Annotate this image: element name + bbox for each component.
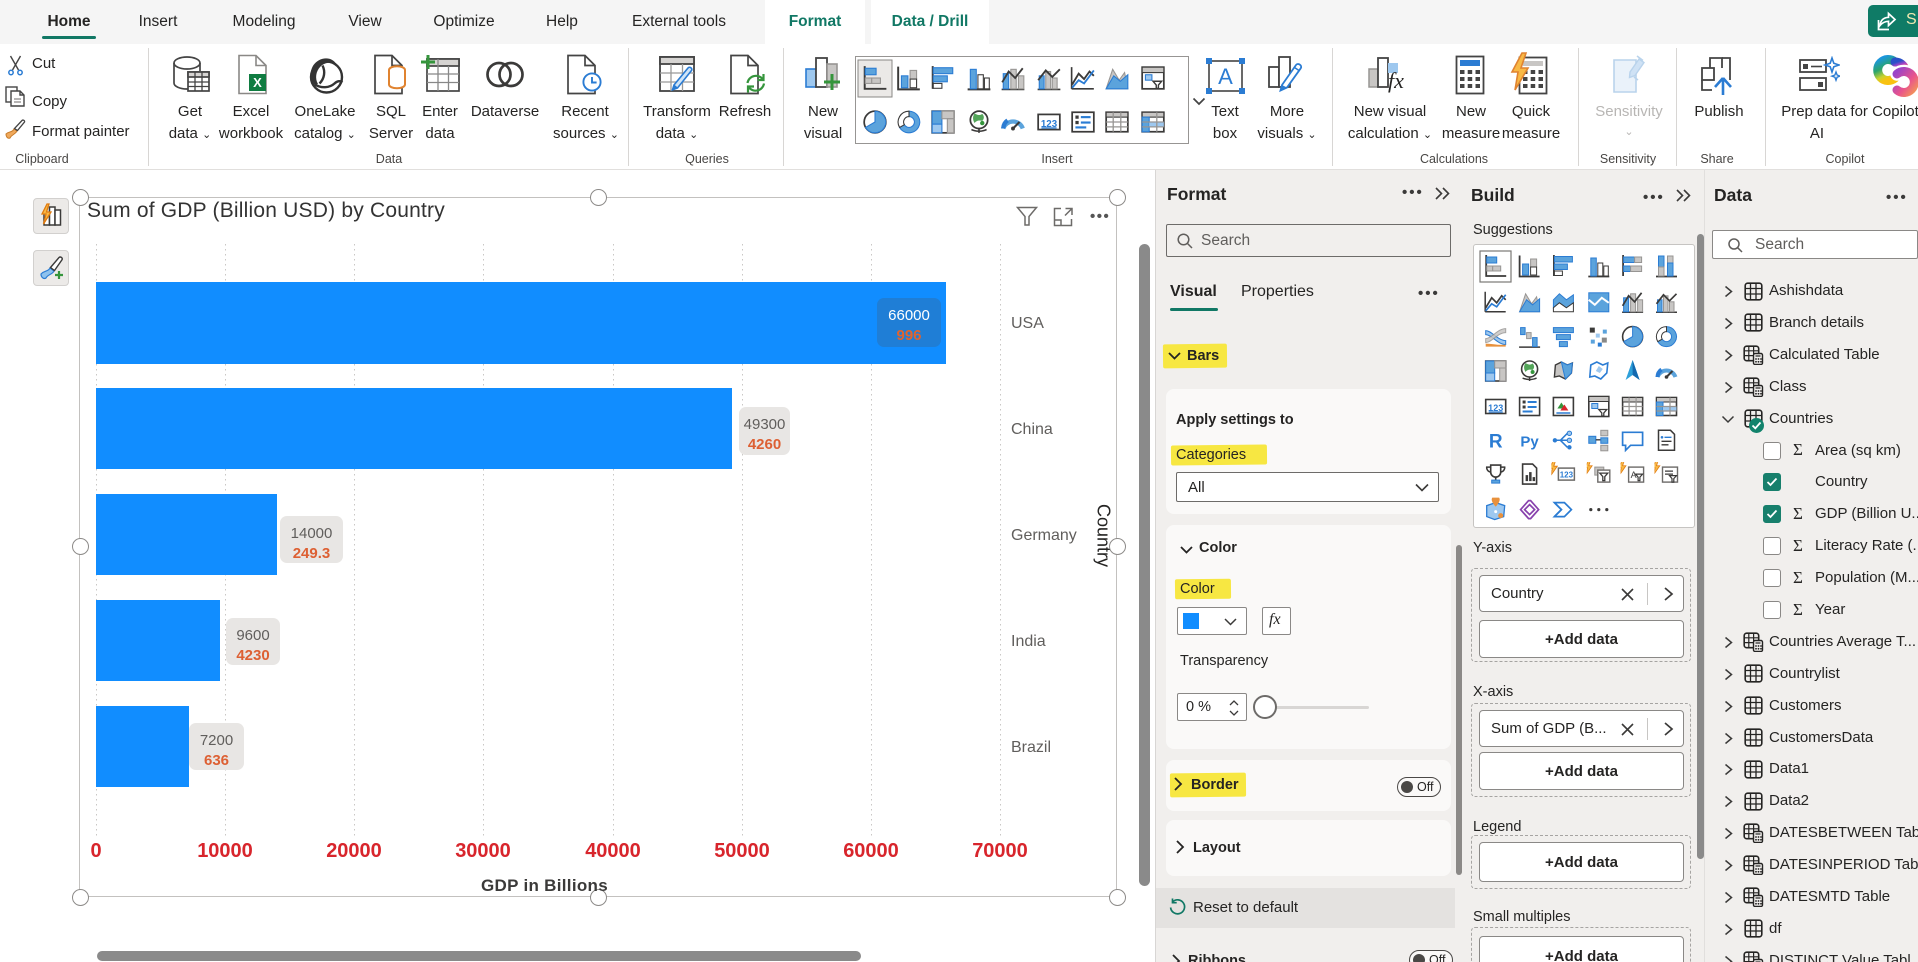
svg-text:fx: fx	[1388, 68, 1404, 93]
svg-text:A: A	[1218, 64, 1233, 89]
svg-text:X: X	[253, 75, 262, 90]
